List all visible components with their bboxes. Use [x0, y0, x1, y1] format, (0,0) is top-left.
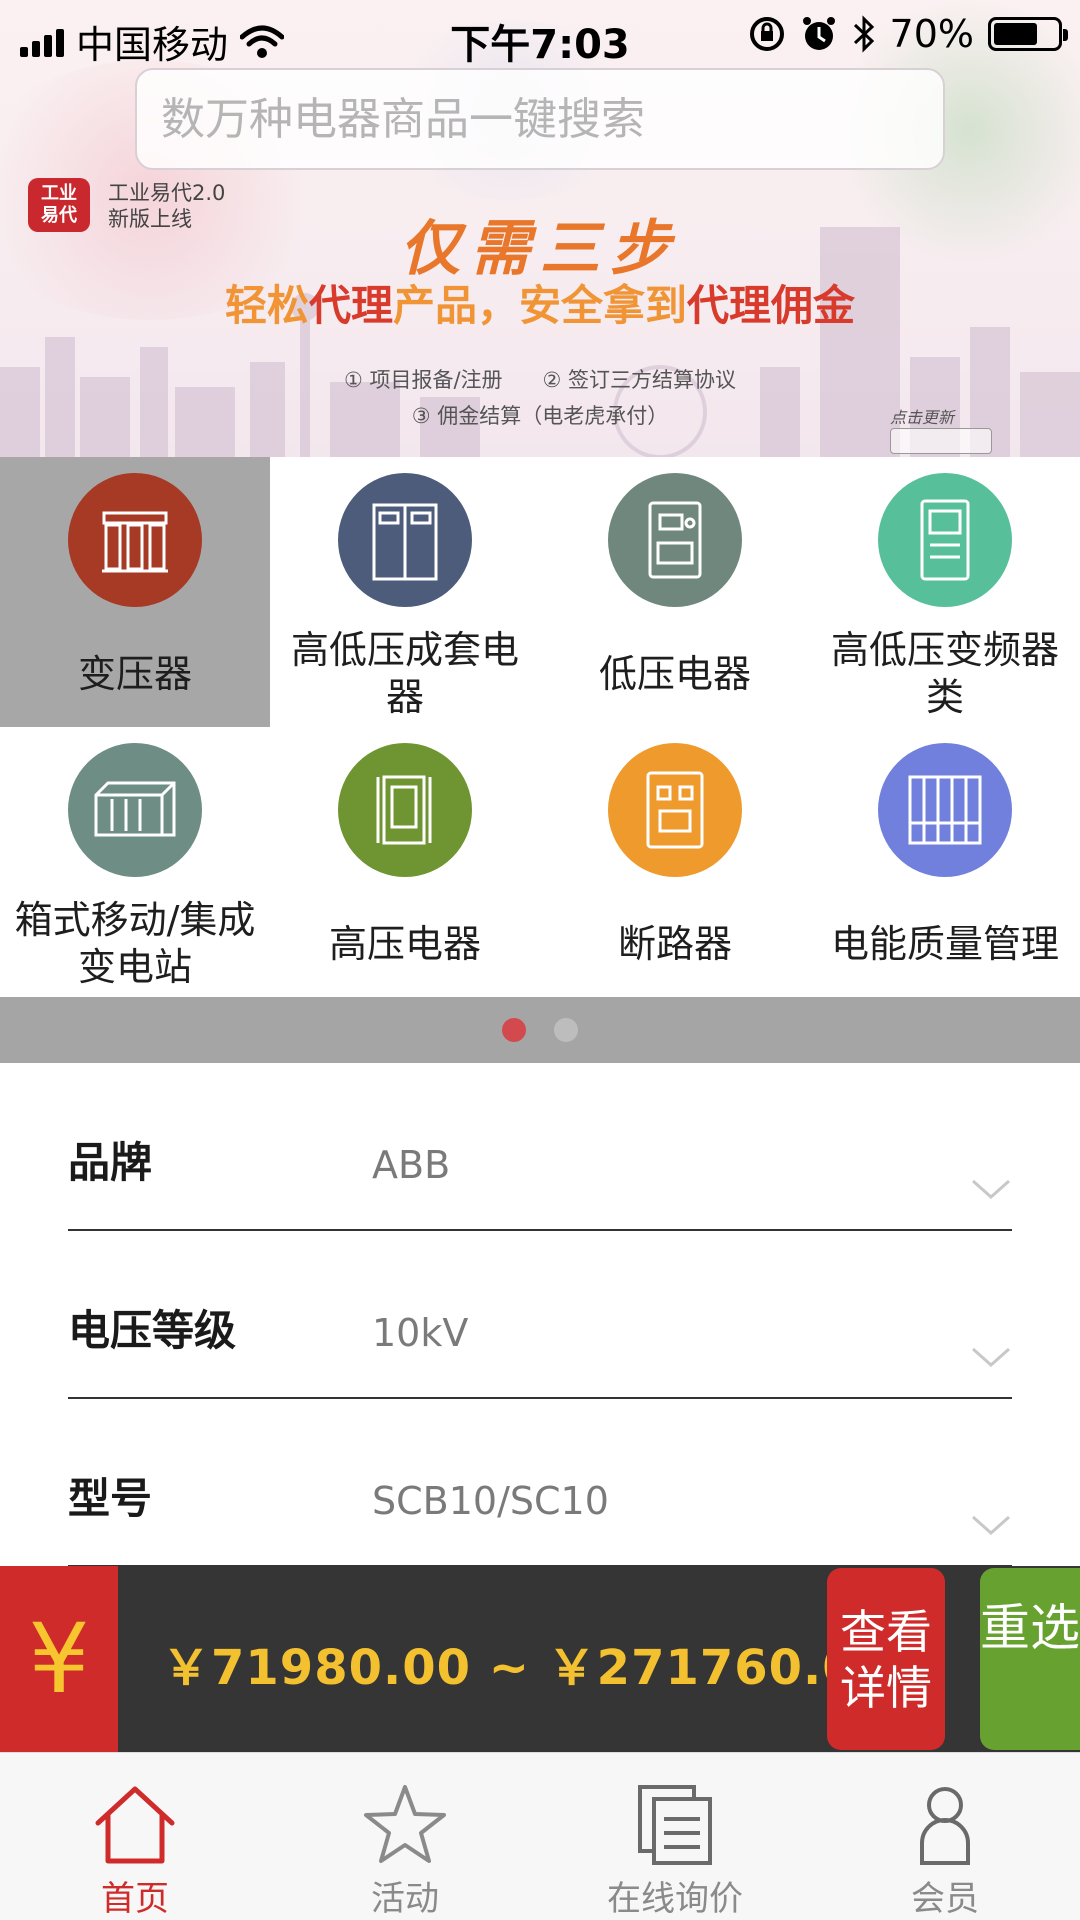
page-dot-2[interactable]	[554, 1018, 578, 1042]
promo-banner[interactable]: 中国移动 下午7:03 70% 数万种电器商品一键搜索 工业 易代 工业易代2.…	[0, 0, 1080, 457]
category-breaker[interactable]: 断路器	[540, 727, 810, 997]
category-transformer[interactable]: 变压器	[0, 457, 270, 727]
category-high-voltage[interactable]: 高压电器	[270, 727, 540, 997]
filter-form: 品牌 ABB 电压等级 10kV 型号 SCB10/SC10	[68, 1063, 1012, 1567]
tab-inquiry[interactable]: 在线询价	[540, 1753, 810, 1920]
category-label: 箱式移动/集成变电站	[14, 898, 256, 989]
category-power-quality[interactable]: 电能质量管理	[810, 727, 1080, 997]
transformer-icon	[68, 473, 202, 607]
star-icon	[364, 1785, 446, 1863]
banner-subtitle: 轻松代理产品，安全拿到代理佣金	[224, 281, 856, 330]
low-voltage-icon	[608, 473, 742, 607]
category-inverter[interactable]: 高低压变频器类	[810, 457, 1080, 727]
tab-label: 首页	[101, 1879, 169, 1919]
documents-icon	[638, 1785, 712, 1865]
page-dot-1[interactable]	[502, 1018, 526, 1042]
brand-value[interactable]: ABB	[372, 1143, 450, 1187]
yen-icon: ¥	[0, 1566, 118, 1752]
category-label: 低压电器	[598, 651, 751, 696]
tab-activity[interactable]: 活动	[270, 1753, 540, 1920]
model-label: 型号	[68, 1474, 153, 1523]
price-bar: ¥ ￥71980.00 ~ ￥271760.00 查看详情 重选	[0, 1566, 1080, 1752]
substation-icon	[68, 743, 202, 877]
category-low-voltage[interactable]: 低压电器	[540, 457, 810, 727]
breaker-icon	[608, 743, 742, 877]
update-button[interactable]	[890, 428, 992, 454]
step-3: ③ 佣金结算（电老虎承付）	[411, 404, 669, 428]
rotation-lock-icon	[749, 17, 784, 51]
view-details-button[interactable]: 查看详情	[827, 1568, 945, 1750]
power-quality-icon	[878, 743, 1012, 877]
tab-home[interactable]: 首页	[0, 1753, 270, 1920]
voltage-select[interactable]: 电压等级 10kV	[68, 1231, 1012, 1399]
voltage-value[interactable]: 10kV	[372, 1311, 468, 1355]
alarm-icon	[802, 17, 835, 50]
voltage-label: 电压等级	[68, 1306, 237, 1355]
status-bar: 中国移动 下午7:03 70%	[0, 0, 1080, 70]
category-label: 断路器	[617, 921, 732, 966]
chevron-down-icon[interactable]	[970, 1343, 1012, 1371]
category-switchgear[interactable]: 高低压成套电器	[270, 457, 540, 727]
person-icon	[920, 1787, 970, 1865]
chevron-down-icon[interactable]	[970, 1175, 1012, 1203]
category-label: 高压电器	[328, 921, 481, 966]
tab-bar: 首页 活动 在线询价 会员	[0, 1752, 1080, 1920]
switchgear-icon	[338, 473, 472, 607]
category-label: 高低压成套电器	[290, 628, 519, 719]
model-value[interactable]: SCB10/SC10	[372, 1479, 609, 1523]
home-icon	[95, 1786, 175, 1864]
battery-percent: 70%	[889, 12, 974, 56]
step-2: ② 签订三方结算协议	[542, 368, 737, 392]
chevron-down-icon[interactable]	[970, 1511, 1012, 1539]
search-box[interactable]	[135, 68, 945, 170]
step-1: ① 项目报备/注册	[343, 368, 503, 392]
tab-label: 活动	[371, 1879, 439, 1919]
high-voltage-icon	[338, 743, 472, 877]
update-link[interactable]: 点击更新	[890, 404, 954, 428]
category-label: 高低压变频器类	[830, 628, 1059, 719]
model-select[interactable]: 型号 SCB10/SC10	[68, 1399, 1012, 1567]
category-label: 变压器	[77, 651, 192, 696]
category-grid: 变压器 高低压成套电器 低压电器 高低压变频器类 箱式移动/集成变电站 高压电器…	[0, 457, 1080, 997]
category-substation[interactable]: 箱式移动/集成变电站	[0, 727, 270, 997]
brand-label: 品牌	[68, 1138, 153, 1187]
battery-icon	[988, 17, 1068, 51]
category-label: 电能质量管理	[830, 921, 1059, 966]
price-range: ￥71980.00 ~ ￥271760.00	[162, 1640, 892, 1696]
inverter-icon	[878, 473, 1012, 607]
brand-select[interactable]: 品牌 ABB	[68, 1063, 1012, 1231]
bluetooth-icon	[853, 15, 874, 53]
tab-label: 会员	[911, 1879, 979, 1919]
tab-member[interactable]: 会员	[810, 1753, 1080, 1920]
tab-label: 在线询价	[607, 1879, 743, 1919]
page-indicator	[0, 997, 1080, 1063]
reset-button[interactable]: 重选	[980, 1568, 1080, 1750]
search-input[interactable]	[137, 70, 943, 168]
